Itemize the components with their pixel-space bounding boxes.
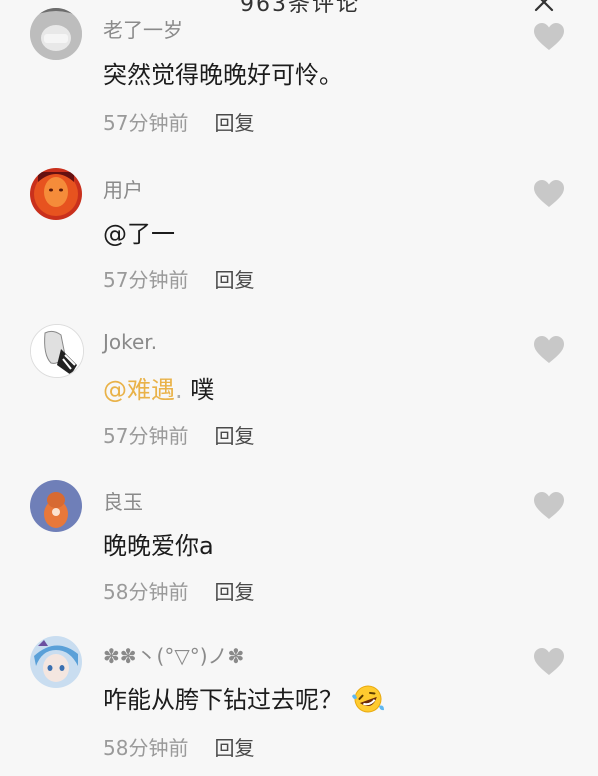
reply-button[interactable]: 回复 xyxy=(214,580,254,604)
comment-text: 晚晚爱你a xyxy=(103,532,214,560)
comment-text: @了一 xyxy=(103,220,175,248)
comment-text: 咋能从胯下钻过去呢？ xyxy=(103,680,385,715)
comment-item: 良玉 晚晚爱你a 58分钟前 回复 xyxy=(0,464,598,620)
heart-icon[interactable] xyxy=(533,335,565,365)
comment-username[interactable]: 老了一岁 xyxy=(103,14,183,43)
reply-button[interactable]: 回复 xyxy=(214,111,254,135)
comment-username[interactable]: Joker. xyxy=(103,330,157,354)
comment-text: @难遇. 噗 xyxy=(103,370,214,405)
avatar[interactable] xyxy=(30,8,82,60)
mention-dot: . xyxy=(175,376,183,404)
comment-meta: 58分钟前 回复 xyxy=(103,576,254,605)
heart-icon[interactable] xyxy=(533,647,565,677)
avatar[interactable] xyxy=(30,636,82,688)
comment-time: 57分钟前 xyxy=(103,424,189,448)
comment-meta: 57分钟前 回复 xyxy=(103,264,254,293)
avatar[interactable] xyxy=(30,480,82,532)
reply-button[interactable]: 回复 xyxy=(214,424,254,448)
comment-meta: 58分钟前 回复 xyxy=(103,732,254,761)
heart-icon[interactable] xyxy=(533,491,565,521)
comment-meta: 57分钟前 回复 xyxy=(103,420,254,449)
heart-icon[interactable] xyxy=(533,22,565,52)
comment-meta: 57分钟前 回复 xyxy=(103,107,254,136)
heart-icon[interactable] xyxy=(533,179,565,209)
comment-text-body: 咋能从胯下钻过去呢？ xyxy=(103,686,343,714)
comment-time: 57分钟前 xyxy=(103,111,189,135)
comment-time: 57分钟前 xyxy=(103,268,189,292)
comment-text-body: 噗 xyxy=(190,376,215,404)
comment-time: 58分钟前 xyxy=(103,736,189,760)
comment-item: 用户 @了一 57分钟前 回复 xyxy=(0,152,598,308)
reply-button[interactable]: 回复 xyxy=(214,268,254,292)
comment-item: Joker. @难遇. 噗 57分钟前 回复 xyxy=(0,308,598,464)
comment-username[interactable]: 用户 xyxy=(103,174,143,203)
reply-button[interactable]: 回复 xyxy=(214,736,254,760)
mention-link[interactable]: @难遇 xyxy=(103,376,175,404)
comment-item: ✽✽丶(°▽°)ノ✽ 咋能从胯下钻过去呢？ 58分钟前 回复 xyxy=(0,620,598,776)
avatar[interactable] xyxy=(30,324,84,378)
comment-text: 突然觉得晚晚好可怜。 xyxy=(103,61,343,89)
comment-username[interactable]: 良玉 xyxy=(103,486,143,515)
comment-time: 58分钟前 xyxy=(103,580,189,604)
comment-username[interactable]: ✽✽丶(°▽°)ノ✽ xyxy=(103,640,244,669)
comment-item: 老了一岁 突然觉得晚晚好可怜。 57分钟前 回复 xyxy=(0,0,598,152)
rolling-laughing-emoji xyxy=(352,685,384,713)
avatar[interactable] xyxy=(30,168,82,220)
